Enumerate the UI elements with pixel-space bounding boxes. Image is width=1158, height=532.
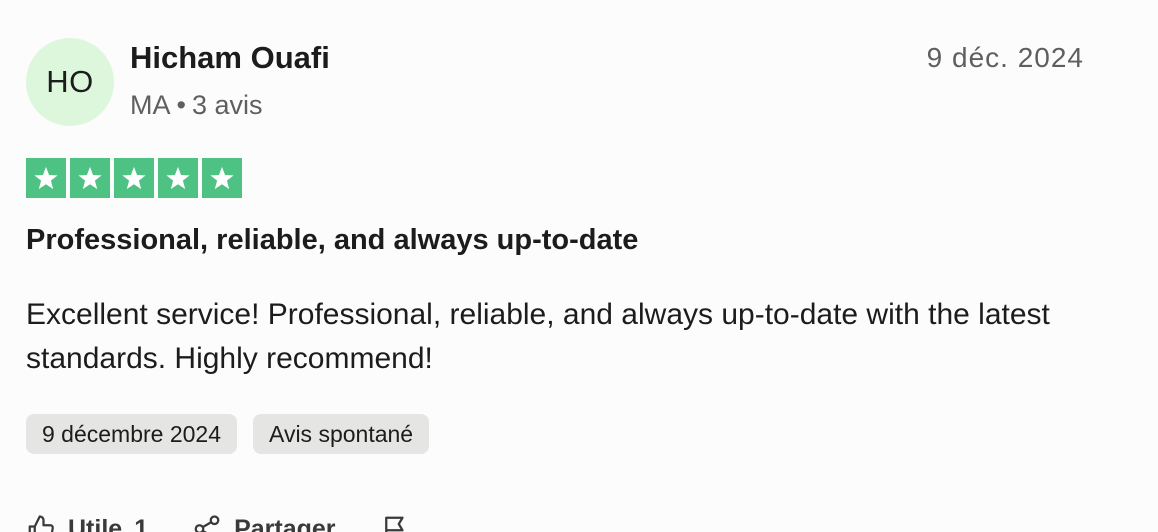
star-rating bbox=[26, 158, 242, 198]
review-tags: 9 décembre 2024 Avis spontané bbox=[26, 414, 430, 454]
star-icon bbox=[114, 158, 154, 198]
thumbs-up-icon bbox=[26, 514, 56, 532]
useful-count: 1 bbox=[134, 514, 149, 532]
author-meta: MA • 3 avis bbox=[130, 90, 263, 121]
report-button[interactable] bbox=[380, 514, 410, 532]
star-icon bbox=[202, 158, 242, 198]
review-body: Excellent service! Professional, reliabl… bbox=[26, 298, 1050, 375]
review-actions: Utile 1 Partager bbox=[26, 514, 410, 532]
useful-label: Utile bbox=[68, 514, 123, 532]
avatar-initials: HO bbox=[46, 64, 94, 99]
flag-icon bbox=[380, 514, 410, 532]
meta-separator: • bbox=[176, 90, 186, 120]
star-icon bbox=[70, 158, 110, 198]
review-date: 9 déc. 2024 bbox=[926, 42, 1084, 73]
star-icon bbox=[26, 158, 66, 198]
author-review-count: 3 avis bbox=[191, 90, 263, 120]
author-country: MA bbox=[130, 90, 171, 120]
avatar[interactable]: HO bbox=[26, 38, 114, 126]
share-button[interactable]: Partager bbox=[192, 514, 336, 532]
experience-date-tag: 9 décembre 2024 bbox=[26, 414, 238, 454]
star-icon bbox=[158, 158, 198, 198]
review-card: HO Hicham Ouafi MA • 3 avis 9 déc. 2024 Pr… bbox=[0, 0, 1158, 532]
author-name[interactable]: Hicham Ouafi bbox=[130, 40, 330, 76]
share-label: Partager bbox=[234, 514, 336, 532]
review-type-tag: Avis spontané bbox=[253, 414, 430, 454]
share-icon bbox=[192, 514, 222, 532]
useful-button[interactable]: Utile 1 bbox=[26, 514, 148, 532]
review-title[interactable]: Professional, reliable, and always up-to… bbox=[26, 224, 638, 257]
